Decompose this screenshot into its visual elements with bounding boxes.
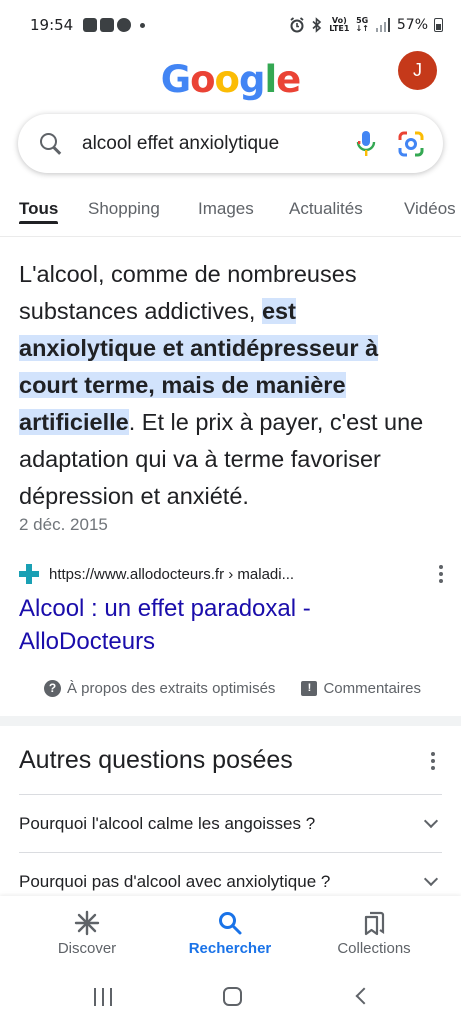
search-input[interactable]: alcool effet anxiolytique — [82, 133, 355, 155]
search-icon — [38, 131, 64, 157]
nav-discover[interactable]: Discover — [12, 896, 162, 972]
snippet-date: 2 déc. 2015 — [19, 515, 108, 534]
signal-icon — [375, 18, 390, 32]
battery-percent: 57% — [396, 17, 428, 33]
twitter-icon — [117, 18, 132, 32]
feedback-icon: ! — [301, 680, 318, 696]
tab-news[interactable]: Actualités — [289, 196, 363, 232]
chevron-down-icon — [423, 813, 439, 828]
nav-discover-label: Discover — [57, 940, 117, 957]
system-navigation-bar — [0, 972, 461, 1024]
home-icon[interactable] — [223, 987, 242, 1006]
nav-collections[interactable]: Collections — [299, 896, 449, 972]
more-options-icon[interactable] — [438, 565, 444, 583]
nav-search-label: Rechercher — [188, 940, 272, 957]
tab-shopping[interactable]: Shopping — [88, 196, 160, 232]
status-bar: 19:54 Vo) LTE1 5G ↓↑ 57% — [0, 0, 461, 50]
collections-icon — [364, 911, 385, 936]
search-icon — [219, 912, 242, 935]
alarm-icon — [290, 17, 304, 33]
featured-snippet-text: L'alcool, comme de nombreuses substances… — [19, 256, 434, 515]
snippet-text-before: L'alcool, comme de nombreuses substances… — [19, 261, 357, 324]
paa-more-options-icon[interactable] — [430, 752, 436, 770]
asterisk-icon — [74, 910, 100, 936]
more-notifications-icon — [140, 22, 146, 28]
volte-indicator: Vo) LTE1 — [329, 16, 350, 33]
search-bar[interactable]: alcool effet anxiolytique — [18, 114, 443, 173]
result-source[interactable]: https://www.allodocteurs.fr › maladi... — [19, 560, 444, 588]
status-time: 19:54 — [30, 16, 74, 34]
result-url[interactable]: https://www.allodocteurs.fr › maladi... — [49, 566, 294, 583]
bottom-navigation: Discover Rechercher Collections — [0, 896, 461, 972]
twitch-icon — [83, 18, 98, 32]
avatar-initial: J — [413, 60, 422, 80]
site-favicon-icon — [19, 564, 39, 584]
tabs-divider — [0, 236, 461, 237]
recents-icon[interactable] — [94, 988, 112, 1006]
help-icon: ? — [44, 679, 61, 697]
nav-collections-label: Collections — [337, 940, 411, 957]
chevron-down-icon — [423, 871, 439, 886]
nav-search[interactable]: Rechercher — [155, 896, 305, 972]
bluetooth-icon — [312, 17, 322, 33]
about-snippets-link[interactable]: À propos des extraits optimisés — [67, 680, 275, 697]
paa-question[interactable]: Pourquoi l'alcool calme les angoisses ? — [19, 794, 442, 852]
paa-question-text: Pourquoi l'alcool calme les angoisses ? — [19, 813, 316, 833]
section-separator — [0, 716, 461, 726]
snippet-meta-row: ? À propos des extraits optimisés ! Comm… — [44, 676, 444, 700]
google-lens-icon[interactable] — [397, 130, 425, 158]
tab-images[interactable]: Images — [198, 196, 254, 232]
back-icon[interactable] — [355, 987, 373, 1005]
paa-heading: Autres questions posées — [19, 746, 293, 774]
battery-icon — [434, 18, 443, 32]
5g-indicator: 5G ↓↑ — [355, 16, 369, 33]
tab-all[interactable]: Tous — [19, 196, 59, 232]
google-logo[interactable]: Google — [0, 58, 461, 101]
microphone-icon[interactable] — [355, 129, 377, 159]
paa-question-text: Pourquoi pas d'alcool avec anxiolytique … — [19, 871, 331, 891]
search-tabs: Tous Shopping Images Actualités Vidéos — [0, 196, 461, 236]
account-avatar[interactable]: J — [398, 51, 437, 90]
feedback-link[interactable]: Commentaires — [323, 680, 421, 697]
tab-videos[interactable]: Vidéos — [404, 196, 456, 232]
result-title-link[interactable]: Alcool : un effet paradoxal - AlloDocteu… — [19, 592, 419, 658]
youtube-icon — [100, 18, 115, 32]
